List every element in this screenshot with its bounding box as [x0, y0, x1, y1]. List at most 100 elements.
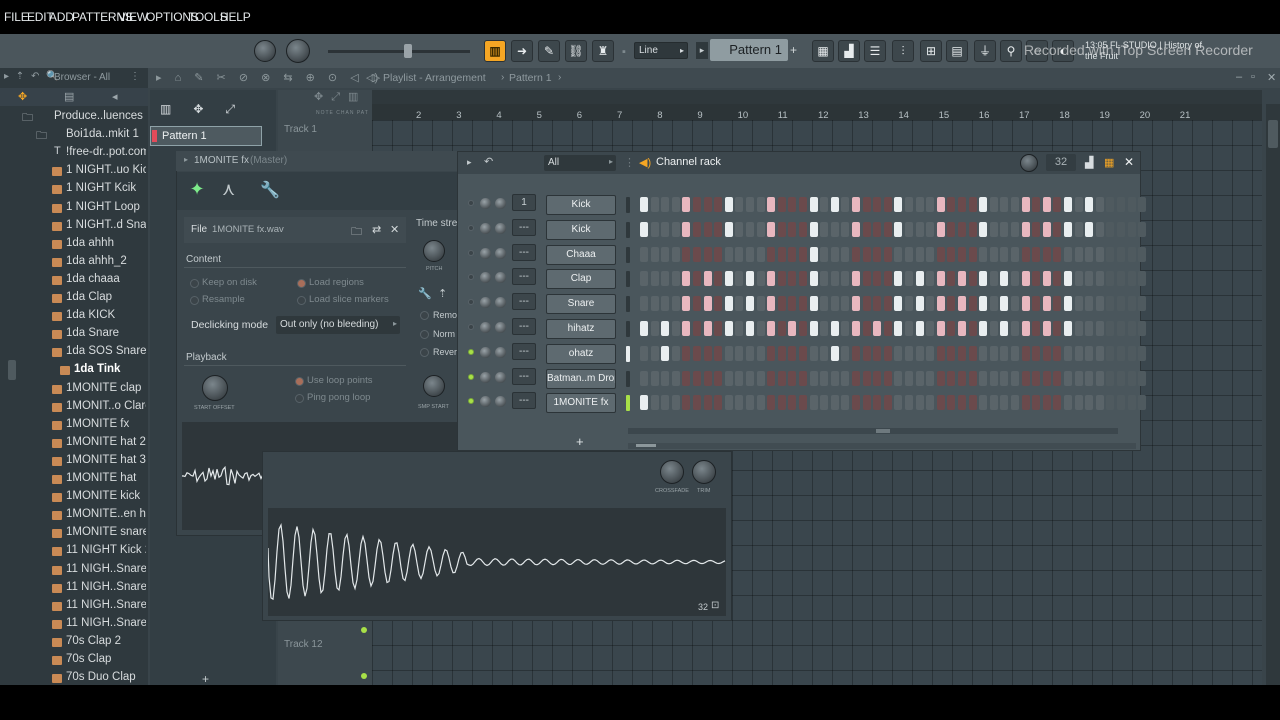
step-button[interactable] — [799, 321, 807, 336]
step-button[interactable] — [767, 221, 776, 237]
step-button[interactable] — [767, 271, 776, 287]
step-button[interactable] — [979, 246, 988, 262]
step-button[interactable] — [1106, 221, 1115, 237]
step-button[interactable] — [830, 345, 839, 361]
step-button[interactable] — [1000, 321, 1009, 336]
step-button[interactable] — [926, 395, 935, 411]
step-button[interactable] — [693, 221, 701, 237]
step-button[interactable] — [1000, 296, 1009, 312]
snap-select[interactable]: Line ▸ — [634, 42, 688, 59]
step-button[interactable] — [873, 296, 882, 312]
step-button[interactable] — [724, 370, 733, 386]
step-button[interactable] — [852, 197, 860, 212]
step-button[interactable] — [746, 271, 754, 287]
track-12-led[interactable] — [361, 627, 367, 633]
channel-mixer-track[interactable]: --- — [512, 293, 536, 311]
step-button[interactable] — [777, 296, 786, 312]
channel-name-button[interactable]: Kick — [546, 219, 616, 240]
step-button[interactable] — [873, 271, 882, 287]
step-button[interactable] — [682, 345, 691, 361]
link-icon[interactable]: ⛓ — [565, 40, 587, 62]
step-button[interactable] — [799, 197, 807, 212]
step-button[interactable] — [1117, 221, 1125, 237]
step-button[interactable] — [915, 271, 924, 287]
add-channel-button[interactable]: + — [576, 434, 584, 449]
step-button[interactable] — [767, 345, 776, 361]
channel-mute-led[interactable] — [468, 299, 474, 306]
step-button[interactable] — [650, 296, 659, 312]
step-button[interactable] — [905, 296, 913, 312]
step-button[interactable] — [989, 395, 998, 411]
step-button[interactable] — [777, 345, 786, 361]
step-button[interactable] — [841, 321, 850, 336]
step-button[interactable] — [661, 321, 670, 336]
step-button[interactable] — [746, 197, 754, 212]
step-button[interactable] — [1095, 395, 1104, 411]
step-button[interactable] — [862, 271, 871, 287]
step-button[interactable] — [936, 271, 945, 287]
step-button[interactable] — [883, 246, 892, 262]
step-button[interactable] — [809, 197, 818, 212]
trim-knob[interactable] — [692, 460, 716, 484]
channel-volume-knob[interactable] — [480, 396, 491, 408]
step-button[interactable] — [894, 197, 903, 212]
channel-pan-knob[interactable] — [495, 396, 506, 408]
step-button[interactable] — [1074, 271, 1083, 287]
step-button[interactable] — [894, 370, 903, 386]
step-button[interactable] — [905, 321, 913, 336]
step-button[interactable] — [1032, 197, 1041, 212]
channel-mixer-track[interactable]: --- — [512, 268, 536, 286]
channel-select-indicator[interactable] — [626, 345, 630, 362]
step-button[interactable] — [947, 221, 956, 237]
step-button[interactable] — [693, 395, 701, 411]
step-button[interactable] — [650, 395, 659, 411]
step-button[interactable] — [746, 370, 754, 386]
step-button[interactable] — [820, 271, 829, 287]
step-button[interactable] — [650, 321, 659, 336]
menu-view[interactable]: VIEW — [118, 10, 148, 24]
step-button[interactable] — [1117, 395, 1125, 411]
step-button[interactable] — [1032, 246, 1041, 262]
step-button[interactable] — [788, 221, 797, 237]
step-button[interactable] — [809, 246, 818, 262]
channel-pan-knob[interactable] — [495, 247, 506, 259]
step-button[interactable] — [682, 271, 691, 287]
step-button[interactable] — [830, 370, 839, 386]
step-button[interactable] — [746, 246, 754, 262]
step-button[interactable] — [915, 296, 924, 312]
step-seq-icon[interactable]: ▦ — [1104, 156, 1114, 169]
step-button[interactable] — [862, 296, 871, 312]
playlist-scroll-bar[interactable] — [372, 90, 1262, 104]
step-button[interactable] — [979, 221, 988, 237]
channel-volume-knob[interactable] — [480, 371, 491, 383]
step-button[interactable] — [841, 197, 850, 212]
step-button[interactable] — [1064, 321, 1072, 336]
channel-volume-knob[interactable] — [480, 322, 491, 333]
browser-item[interactable]: 1 NIGHT..d Snare — [0, 217, 146, 235]
sampler-tab-misc-wrench-icon[interactable]: 🔧 — [260, 180, 280, 200]
step-button[interactable] — [1127, 296, 1136, 312]
step-button[interactable] — [650, 221, 659, 237]
step-button[interactable] — [979, 370, 988, 386]
step-button[interactable] — [989, 197, 998, 212]
channel-volume-knob[interactable] — [480, 297, 491, 309]
step-button[interactable] — [820, 345, 829, 361]
pattern-list-icon[interactable]: ☰ — [864, 40, 886, 62]
step-button[interactable] — [1021, 395, 1030, 411]
step-button[interactable] — [671, 246, 680, 262]
step-button[interactable] — [799, 370, 807, 386]
step-button[interactable] — [852, 321, 860, 336]
step-button[interactable] — [799, 246, 807, 262]
step-button[interactable] — [894, 246, 903, 262]
step-button[interactable] — [724, 395, 733, 411]
step-button[interactable] — [788, 197, 797, 212]
step-button[interactable] — [767, 197, 776, 212]
step-button[interactable] — [979, 345, 988, 361]
step-button[interactable] — [650, 246, 659, 262]
step-button[interactable] — [820, 370, 829, 386]
tempo-slider-track[interactable] — [328, 50, 470, 53]
browser-item[interactable]: 1da KICK — [0, 307, 146, 325]
step-button[interactable] — [788, 246, 797, 262]
step-button[interactable] — [777, 221, 786, 237]
step-button[interactable] — [703, 271, 712, 287]
